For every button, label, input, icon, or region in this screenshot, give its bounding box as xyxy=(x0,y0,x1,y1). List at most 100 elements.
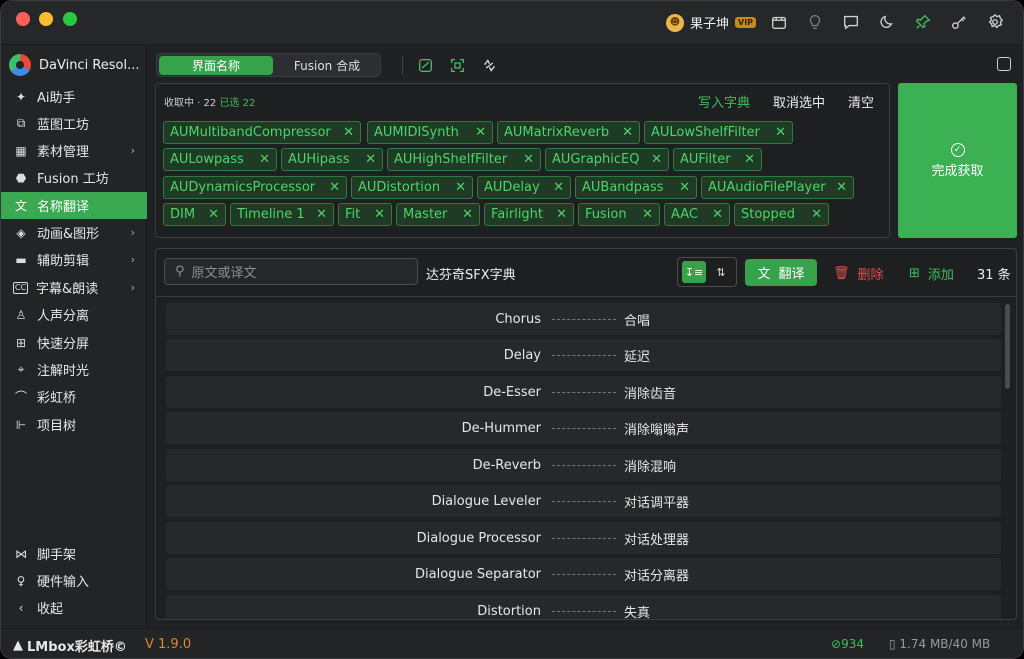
store-icon[interactable] xyxy=(769,12,789,32)
sidebar-item-blueprint[interactable]: ⧉ 蓝图工坊 xyxy=(1,110,147,137)
sidebar-item-fusion[interactable]: ⬣ Fusion 工坊 xyxy=(1,164,147,191)
tag-item[interactable]: AUFilter ✕ xyxy=(673,148,762,171)
remove-tag-icon[interactable]: ✕ xyxy=(632,207,653,222)
filter-icon[interactable] xyxy=(416,56,434,74)
remove-tag-icon[interactable]: ✕ xyxy=(249,152,270,167)
close-window-button[interactable] xyxy=(16,12,30,26)
sidebar-item-hardware-input[interactable]: ♀ 硬件输入 xyxy=(1,567,147,594)
dictionary-name[interactable]: 达芬奇SFX字典 xyxy=(426,264,516,283)
deselect-button[interactable]: 取消选中 xyxy=(773,92,825,111)
remove-tag-icon[interactable]: ✕ xyxy=(319,180,340,195)
sidebar-item-project-tree[interactable]: ⊩ 项目树 xyxy=(1,411,147,438)
sidebar-item-subtitles[interactable]: CC 字幕&朗读 › xyxy=(1,274,147,301)
zoom-window-button[interactable] xyxy=(63,12,77,26)
expand-icon[interactable] xyxy=(997,57,1011,71)
sort-ascending-icon[interactable]: ↧≡ xyxy=(682,261,706,283)
sidebar-item-edit-assist[interactable]: ▬ 辅助剪辑 › xyxy=(1,246,147,273)
tag-item[interactable]: Fairlight ✕ xyxy=(484,203,574,226)
tag-item[interactable]: AULowpass ✕ xyxy=(163,148,277,171)
remove-tag-icon[interactable]: ✕ xyxy=(801,207,822,222)
message-icon[interactable] xyxy=(841,12,861,32)
delete-button[interactable]: 🗑︎ 删除 xyxy=(833,264,884,283)
clear-button[interactable]: 清空 xyxy=(848,92,874,111)
sidebar-item-annotation[interactable]: ⌖ 注解时光 xyxy=(1,356,147,383)
sidebar-collapse-button[interactable]: ‹ 收起 xyxy=(1,594,147,621)
sidebar-item-ai-assistant[interactable]: ✦ Ai助手 xyxy=(1,83,147,110)
dictionary-row[interactable]: De-Reverb 消除混响 xyxy=(166,449,1001,481)
tag-item[interactable]: AUDynamicsProcessor ✕ xyxy=(163,176,347,199)
remove-tag-icon[interactable]: ✕ xyxy=(306,207,327,222)
refresh-icon[interactable] xyxy=(480,56,498,74)
tag-item[interactable]: Timeline 1 ✕ xyxy=(230,203,334,226)
remove-tag-icon[interactable]: ✕ xyxy=(826,180,847,195)
dictionary-row[interactable]: Delay 延迟 xyxy=(166,339,1001,371)
key-icon[interactable] xyxy=(949,12,969,32)
lightbulb-icon[interactable] xyxy=(805,12,825,32)
tag-item[interactable]: AUAudioFilePlayer ✕ xyxy=(701,176,854,199)
remove-tag-icon[interactable]: ✕ xyxy=(333,125,354,140)
scrollbar-thumb[interactable] xyxy=(1005,304,1010,389)
sort-swap-icon[interactable]: ⇅ xyxy=(709,261,733,283)
dictionary-row[interactable]: De-Hummer 消除嗡嗡声 xyxy=(166,412,1001,444)
dictionary-row[interactable]: De-Esser 消除齿音 xyxy=(166,376,1001,408)
sidebar-item-label: 人声分离 xyxy=(37,309,90,324)
pin-icon[interactable] xyxy=(913,12,933,32)
tag-item[interactable]: AULowShelfFilter ✕ xyxy=(644,121,793,144)
remove-tag-icon[interactable]: ✕ xyxy=(198,207,219,222)
tag-item[interactable]: AUHipass ✕ xyxy=(281,148,383,171)
dictionary-row[interactable]: Dialogue Separator 对话分离器 xyxy=(166,558,1001,590)
sidebar-item-name-translation[interactable]: 文名称翻译 xyxy=(1,192,147,219)
tag-item[interactable]: AUMultibandCompressor ✕ xyxy=(163,121,361,144)
settings-gear-icon[interactable] xyxy=(985,12,1005,32)
app-selector[interactable]: DaVinci Resol... xyxy=(9,54,140,76)
capture-icon[interactable] xyxy=(448,56,466,74)
search-input[interactable]: ⚲ 原文或译文 xyxy=(164,258,418,285)
tag-item[interactable]: AUDistortion ✕ xyxy=(351,176,473,199)
tag-item[interactable]: AUBandpass ✕ xyxy=(575,176,697,199)
tag-item[interactable]: Stopped ✕ xyxy=(734,203,829,226)
sidebar-item-voice-separation[interactable]: ♙ 人声分离 xyxy=(1,301,147,328)
tag-item[interactable]: DIM ✕ xyxy=(163,203,226,226)
dictionary-row[interactable]: Distortion 失真 xyxy=(166,595,1001,619)
tag-item[interactable]: AUMIDISynth ✕ xyxy=(367,121,493,144)
dictionary-row[interactable]: Dialogue Processor 对话处理器 xyxy=(166,522,1001,554)
sidebar-item-animation[interactable]: ◈ 动画&图形 › xyxy=(1,219,147,246)
remove-tag-icon[interactable]: ✕ xyxy=(355,152,376,167)
remove-tag-icon[interactable]: ✕ xyxy=(546,207,567,222)
remove-tag-icon[interactable]: ✕ xyxy=(445,180,466,195)
remove-tag-icon[interactable]: ✕ xyxy=(734,152,755,167)
sidebar-item-split-screen[interactable]: ⊞ 快速分屏 xyxy=(1,329,147,356)
tag-item[interactable]: AAC ✕ xyxy=(664,203,730,226)
sidebar-item-scaffold[interactable]: ⋈ 脚手架 xyxy=(1,540,147,567)
tag-item[interactable]: AUHighShelfFilter ✕ xyxy=(387,148,541,171)
add-button[interactable]: ⊞ 添加 xyxy=(909,264,954,283)
sidebar-item-assets[interactable]: ▦ 素材管理 › xyxy=(1,137,147,164)
tag-item[interactable]: Master ✕ xyxy=(396,203,480,226)
tab-fusion-composition[interactable]: Fusion 合成 xyxy=(275,56,379,75)
remove-tag-icon[interactable]: ✕ xyxy=(465,125,486,140)
remove-tag-icon[interactable]: ✕ xyxy=(669,180,690,195)
complete-capture-button[interactable]: ✓ 完成获取 xyxy=(898,83,1017,238)
dictionary-row[interactable]: Dialogue Leveler 对话调平器 xyxy=(166,485,1001,517)
write-dictionary-button[interactable]: 写入字典 xyxy=(698,92,750,111)
dark-mode-icon[interactable] xyxy=(877,12,897,32)
tag-item[interactable]: Fit ✕ xyxy=(338,203,392,226)
remove-tag-icon[interactable]: ✕ xyxy=(452,207,473,222)
tag-item[interactable]: AUMatrixReverb ✕ xyxy=(497,121,640,144)
tag-item[interactable]: AUGraphicEQ ✕ xyxy=(545,148,669,171)
remove-tag-icon[interactable]: ✕ xyxy=(513,152,534,167)
remove-tag-icon[interactable]: ✕ xyxy=(364,207,385,222)
remove-tag-icon[interactable]: ✕ xyxy=(641,152,662,167)
tab-interface-names[interactable]: 界面名称 xyxy=(159,56,273,75)
remove-tag-icon[interactable]: ✕ xyxy=(765,125,786,140)
remove-tag-icon[interactable]: ✕ xyxy=(543,180,564,195)
remove-tag-icon[interactable]: ✕ xyxy=(702,207,723,222)
dictionary-row[interactable]: Chorus 合唱 xyxy=(166,303,1001,335)
remove-tag-icon[interactable]: ✕ xyxy=(612,125,633,140)
translate-button[interactable]: 文 翻译 xyxy=(745,259,817,286)
tag-item[interactable]: AUDelay ✕ xyxy=(477,176,571,199)
user-account[interactable]: ☻ 果子坤 VIP xyxy=(666,13,757,32)
tag-item[interactable]: Fusion ✕ xyxy=(578,203,660,226)
minimize-window-button[interactable] xyxy=(39,12,53,26)
sidebar-item-rainbow-bridge[interactable]: ⌒ 彩虹桥 xyxy=(1,383,147,410)
